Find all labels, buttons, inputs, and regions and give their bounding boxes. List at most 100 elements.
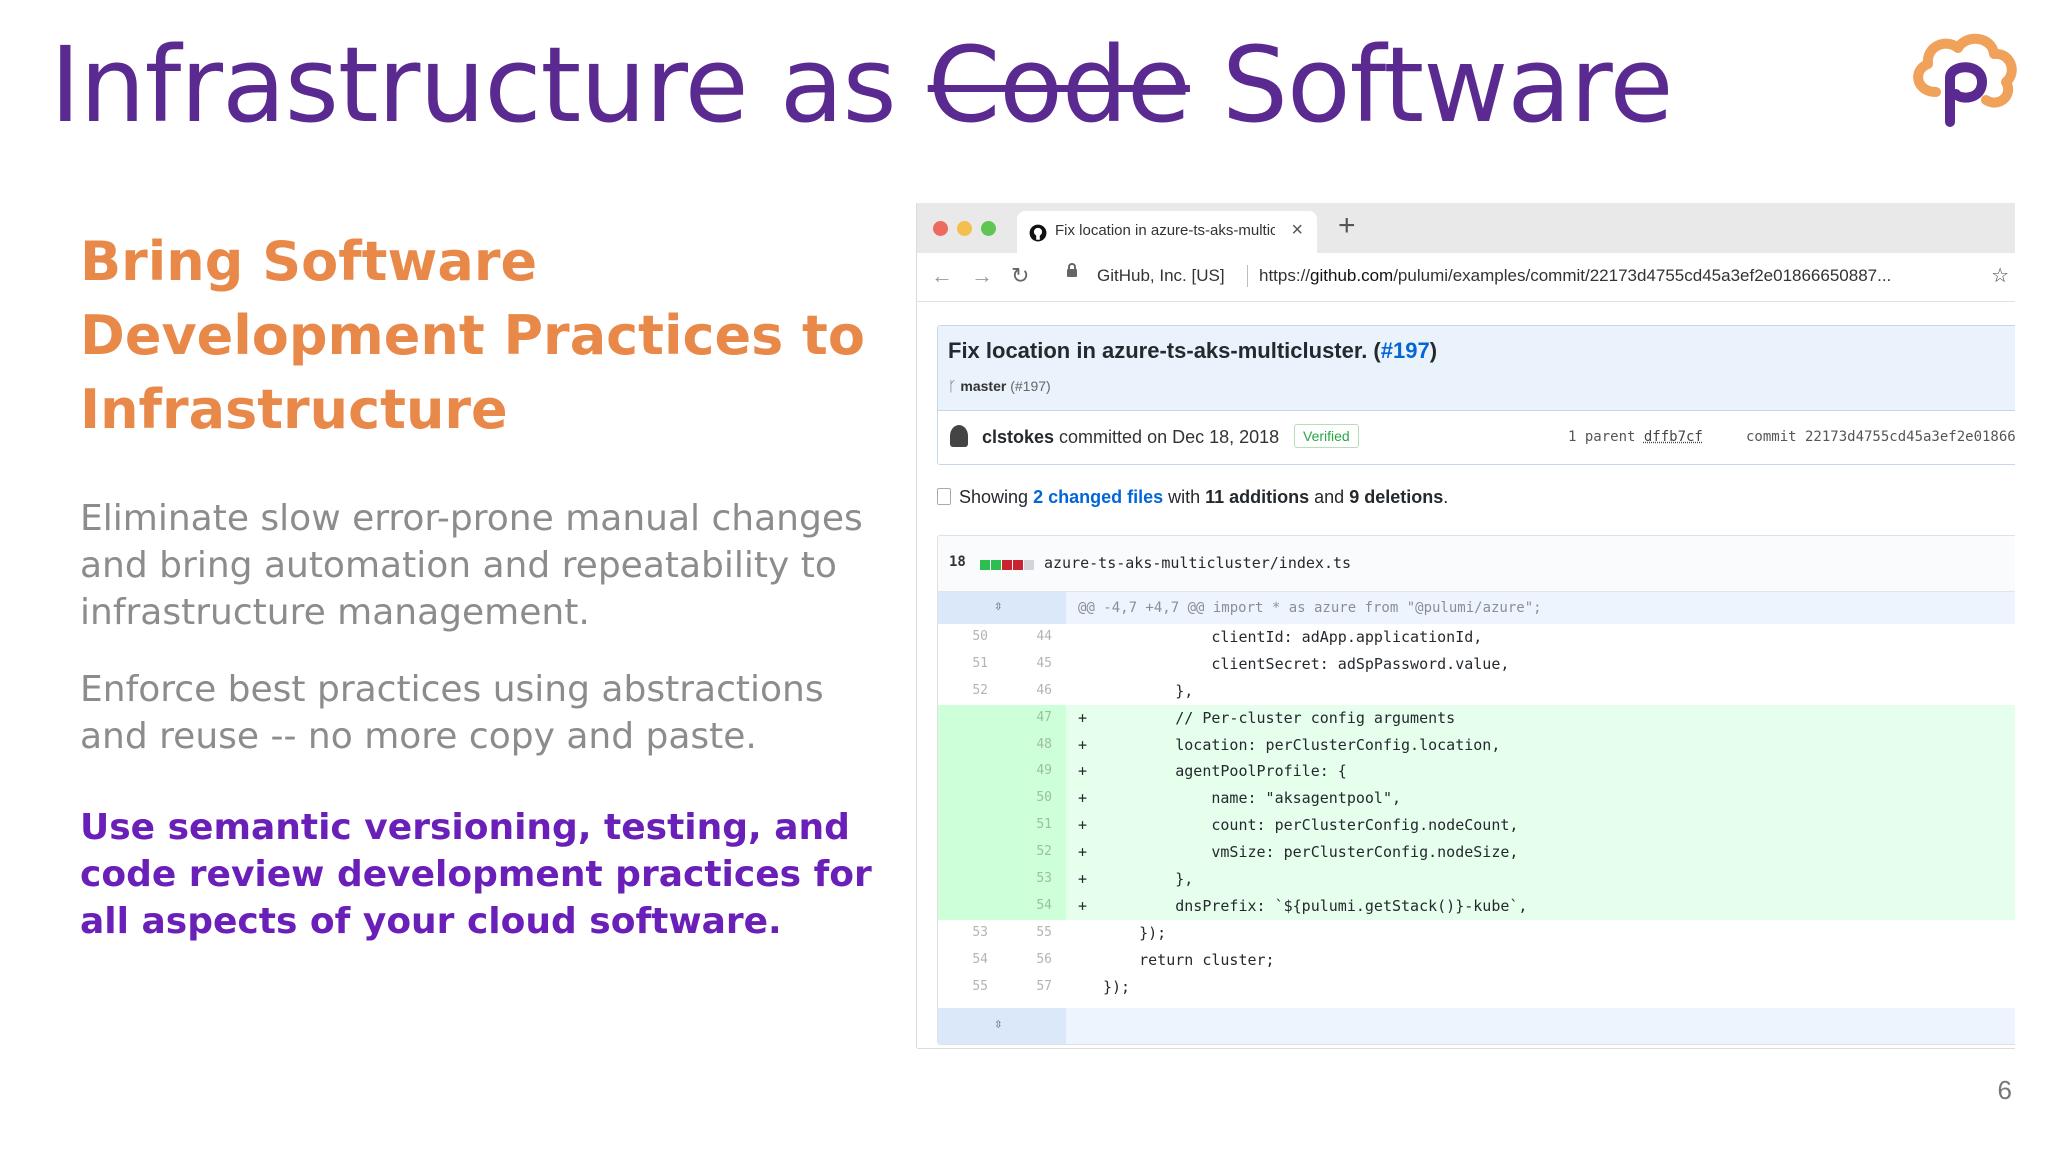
left-column: Bring Software Development Practices to … — [80, 225, 880, 945]
diff-sign: + — [1078, 789, 1088, 808]
old-line-number[interactable]: 55 — [942, 979, 988, 994]
new-line-number[interactable]: 54 — [1006, 898, 1052, 913]
diff-line: 48 + location: perClusterConfig.location, — [938, 731, 2015, 759]
url-field[interactable]: https://github.com/pulumi/examples/commi… — [1259, 266, 1984, 286]
code-text: name: "aksagentpool", — [1103, 789, 1402, 808]
old-line-number[interactable]: 50 — [942, 629, 988, 644]
diff-line: 53 + }, — [938, 866, 2015, 893]
parent-label: 1 parent — [1568, 429, 1644, 445]
parent-commit: 1 parent dffb7cf — [1568, 429, 1703, 445]
file-diff-icon — [937, 488, 951, 505]
file-diff: 18 azure-ts-aks-multicluster/index.ts ⇳ … — [937, 535, 2015, 1045]
hunk-footer: ⇳ — [938, 1008, 2015, 1044]
author-name[interactable]: clstokes — [982, 427, 1054, 447]
diff-line: 51 45 clientSecret: adSpPassword.value, — [938, 651, 2015, 678]
expand-down-button[interactable]: ⇳ — [938, 1008, 1066, 1044]
code-text: }, — [1103, 870, 1194, 889]
showing-mid: with — [1163, 487, 1206, 507]
code-text: dnsPrefix: `${pulumi.getStack()}-kube`, — [1103, 896, 1528, 915]
changed-files-summary: Showing 2 changed files with 11 addition… — [937, 487, 1448, 508]
code-text: // Per-cluster config arguments — [1103, 708, 1456, 727]
url-scheme: https:// — [1259, 266, 1311, 285]
old-line-number[interactable]: 53 — [942, 925, 988, 940]
new-line-number[interactable]: 48 — [1006, 737, 1052, 752]
diff-line: 52 46 }, — [938, 678, 2015, 705]
new-line-number[interactable]: 44 — [1006, 629, 1052, 644]
back-arrow-icon[interactable]: ← — [931, 263, 953, 289]
forward-arrow-icon[interactable]: → — [971, 263, 993, 289]
branch-name[interactable]: master — [960, 378, 1006, 394]
reload-icon[interactable]: ↻ — [1011, 263, 1029, 289]
code-text: }, — [1103, 681, 1194, 700]
diff-line: 51 + count: perClusterConfig.nodeCount, — [938, 812, 2015, 840]
new-line-number[interactable]: 45 — [1006, 656, 1052, 671]
pr-link[interactable]: #197 — [1381, 338, 1430, 363]
close-window-dot[interactable] — [933, 221, 948, 236]
tab-close-icon[interactable]: × — [1291, 219, 1303, 242]
new-line-number[interactable]: 49 — [1006, 763, 1052, 778]
diff-sign: + — [1078, 816, 1088, 835]
expand-up-button[interactable]: ⇳ — [938, 592, 1066, 624]
changed-files-link[interactable]: 2 changed files — [1033, 487, 1163, 507]
diff-line: 54 + dnsPrefix: `${pulumi.getStack()}-kub… — [938, 892, 2015, 920]
new-line-number[interactable]: 53 — [1006, 871, 1052, 886]
commit-title-area: Fix location in azure-ts-aks-multicluste… — [938, 326, 2015, 411]
new-line-number[interactable]: 56 — [1006, 952, 1052, 967]
new-line-number[interactable]: 47 — [1006, 710, 1052, 725]
diff-line: 49 + agentPoolProfile: { — [938, 758, 2015, 786]
avatar[interactable] — [950, 425, 968, 447]
diff-line: 52 + vmSize: perClusterConfig.nodeSize, — [938, 839, 2015, 867]
commit-meta: clstokes committed on Dec 18, 2018 Verif… — [938, 411, 2015, 464]
paragraph-automation: Eliminate slow error-prone manual change… — [80, 498, 863, 633]
old-line-number[interactable]: 52 — [942, 683, 988, 698]
new-tab-icon[interactable]: + — [1338, 209, 1356, 243]
active-tab[interactable]: Fix location in azure-ts-aks-multicluste… — [1017, 211, 1317, 253]
url-host: github.com — [1310, 266, 1394, 285]
hunk-header: ⇳ @@ -4,7 +4,7 @@ import * as azure from… — [938, 592, 2015, 624]
code-text: }); — [1103, 977, 1131, 996]
hunk-header-text: @@ -4,7 +4,7 @@ import * as azure from "… — [1078, 600, 1542, 616]
diff-sign: + — [1078, 708, 1088, 727]
address-separator — [1247, 265, 1248, 287]
new-line-number[interactable]: 51 — [1006, 817, 1052, 832]
branch-info: ᚴ master (#197) — [948, 378, 1051, 394]
browser-window: Fix location in azure-ts-aks-multicluste… — [917, 203, 2015, 1048]
pulumi-logo-icon — [1913, 34, 2017, 127]
diff-line: 53 55 }); — [938, 920, 2015, 947]
old-line-number[interactable]: 51 — [942, 656, 988, 671]
title-strikethrough-word: Code — [927, 24, 1191, 146]
commit-title-text: Fix location in azure-ts-aks-multicluste… — [948, 338, 1381, 363]
title-part-2: Software — [1189, 24, 1673, 146]
branch-ref: (#197) — [1010, 378, 1051, 394]
paragraph-best-practices: Enforce best practices using abstraction… — [80, 669, 824, 757]
old-line-number[interactable]: 54 — [942, 952, 988, 967]
code-text: clientSecret: adSpPassword.value, — [1103, 654, 1510, 673]
new-line-number[interactable]: 55 — [1006, 925, 1052, 940]
diff-line: 47 + // Per-cluster config arguments — [938, 704, 2015, 732]
code-text: agentPoolProfile: { — [1103, 762, 1347, 781]
tab-title: Fix location in azure-ts-aks-multicluste… — [1055, 222, 1275, 239]
diff-sign: + — [1078, 870, 1088, 889]
new-line-number[interactable]: 52 — [1006, 844, 1052, 859]
verified-badge[interactable]: Verified — [1294, 424, 1359, 448]
diff-line: 55 57}); — [938, 974, 2015, 1001]
paragraph-semantic-versioning: Use semantic versioning, testing, and co… — [80, 807, 872, 942]
file-name-link[interactable]: azure-ts-aks-multicluster/index.ts — [1044, 554, 1351, 572]
diff-sign: + — [1078, 762, 1088, 781]
maximize-window-dot[interactable] — [981, 221, 996, 236]
new-line-number[interactable]: 57 — [1006, 979, 1052, 994]
code-text: clientId: adApp.applicationId, — [1103, 628, 1483, 646]
minimize-window-dot[interactable] — [957, 221, 972, 236]
parent-hash-link[interactable]: dffb7cf — [1644, 429, 1703, 445]
diff-sign: + — [1078, 896, 1088, 915]
committed-date: committed on Dec 18, 2018 — [1054, 427, 1280, 447]
site-identity: GitHub, Inc. [US] — [1097, 266, 1225, 285]
code-text: return cluster; — [1103, 950, 1275, 969]
diff-line: 54 56 return cluster; — [938, 947, 2015, 974]
new-line-number[interactable]: 46 — [1006, 683, 1052, 698]
bookmark-star-icon[interactable]: ☆ — [1991, 263, 2009, 288]
expand-icon: ⇳ — [994, 1016, 1003, 1032]
new-line-number[interactable]: 50 — [1006, 790, 1052, 805]
subheading: Bring Software Development Practices to … — [80, 230, 865, 441]
file-change-count: 18 — [949, 554, 966, 570]
